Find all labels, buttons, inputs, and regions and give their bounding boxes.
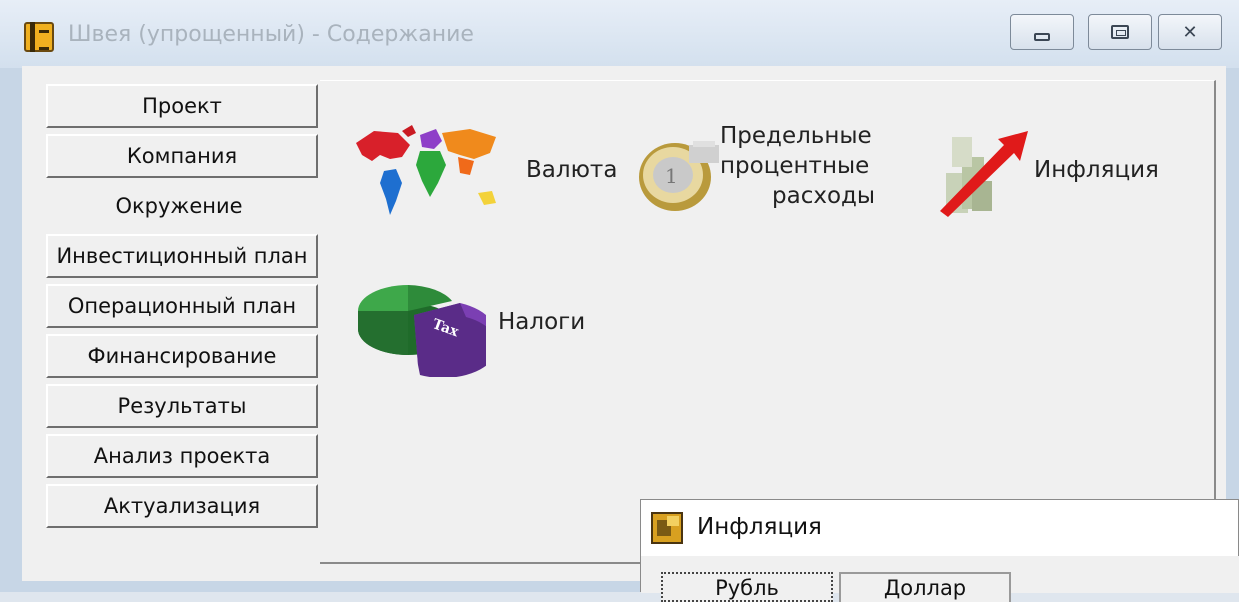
currency-tile[interactable]: Валюта: [350, 121, 617, 221]
tax-pie-chart-icon: Tax: [358, 285, 486, 377]
tab-rouble[interactable]: Рубль: [661, 572, 833, 602]
sidebar-item-label: Анализ проекта: [93, 444, 271, 468]
interest-expenses-label-line1: Предельные: [720, 123, 872, 149]
inflation-tile[interactable]: Инфляция: [932, 121, 1182, 221]
world-map-icon: [356, 125, 496, 215]
sidebar-item-investment-plan[interactable]: Инвестиционный план: [46, 234, 318, 278]
sidebar-item-company[interactable]: Компания: [46, 134, 318, 178]
sidebar-item-label: Инвестиционный план: [56, 244, 308, 268]
sidebar-item-label: Окружение: [115, 194, 243, 218]
sidebar-item-financing[interactable]: Финансирование: [46, 334, 318, 378]
tab-label: Доллар: [883, 576, 967, 600]
sidebar-item-label: Результаты: [117, 394, 247, 418]
sidebar-item-project[interactable]: Проект: [46, 84, 318, 128]
tab-dollar[interactable]: Доллар: [839, 572, 1011, 602]
sidebar-item-environment[interactable]: Окружение: [40, 184, 318, 228]
sidebar-item-results[interactable]: Результаты: [46, 384, 318, 428]
euro-coin-icon: 1: [639, 141, 719, 211]
minimize-button[interactable]: [1010, 14, 1074, 50]
dialog-body: Рубль Доллар: [641, 556, 1239, 602]
close-icon: ✕: [1182, 21, 1198, 43]
interest-expenses-tile[interactable]: 1 Предельные процентные расходы: [635, 121, 885, 221]
maximize-button[interactable]: [1088, 14, 1152, 50]
svg-text:1: 1: [665, 164, 678, 188]
currency-label: Валюта: [526, 157, 618, 183]
sidebar: Проект Компания Окружение Инвестиционный…: [40, 84, 318, 534]
sidebar-item-label: Проект: [142, 94, 222, 118]
money-rising-arrow-icon: [940, 131, 1028, 217]
sidebar-item-label: Актуализация: [103, 494, 261, 518]
sidebar-item-label: Операционный план: [67, 294, 297, 318]
interest-expenses-label-line2: процентные: [720, 153, 870, 179]
title-bar[interactable]: Швея (упрощенный) - Содержание ✕: [0, 0, 1239, 68]
environment-panel: Валюта 1 Предельные процентные расходы И…: [320, 80, 1216, 564]
dialog-title: Инфляция: [697, 514, 822, 540]
sidebar-item-label: Финансирование: [87, 344, 277, 368]
notebook-app-icon: [24, 22, 54, 52]
inflation-label: Инфляция: [1034, 157, 1159, 183]
taxes-label: Налоги: [498, 309, 586, 335]
sidebar-item-project-analysis[interactable]: Анализ проекта: [46, 434, 318, 478]
sidebar-item-update[interactable]: Актуализация: [46, 484, 318, 528]
sidebar-item-label: Компания: [126, 144, 238, 168]
minimize-icon: [1034, 33, 1050, 41]
dialog-app-icon: [651, 512, 683, 544]
inflation-dialog[interactable]: Инфляция Рубль Доллар: [640, 499, 1239, 602]
tab-label: Рубль: [715, 576, 779, 600]
close-button[interactable]: ✕: [1158, 14, 1222, 50]
window-title: Швея (упрощенный) - Содержание: [68, 22, 474, 47]
maximize-icon: [1111, 25, 1129, 39]
taxes-tile[interactable]: Tax Налоги: [356, 267, 616, 377]
main-window: Швея (упрощенный) - Содержание ✕ Проект …: [0, 0, 1239, 602]
sidebar-item-operational-plan[interactable]: Операционный план: [46, 284, 318, 328]
interest-expenses-label-line3: расходы: [772, 183, 876, 209]
